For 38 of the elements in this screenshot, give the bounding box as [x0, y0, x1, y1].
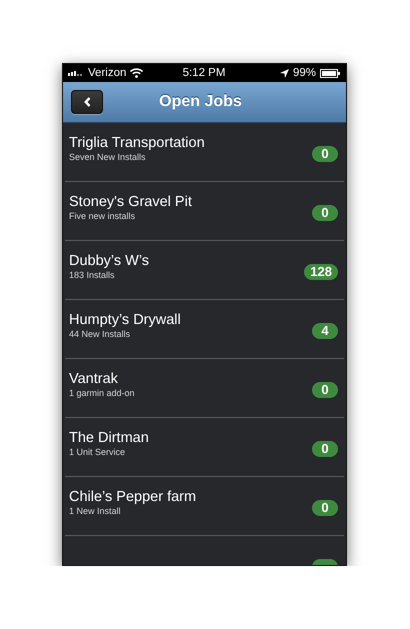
back-chevron-icon — [84, 97, 90, 107]
job-list-item[interactable]: Chile’s Pepper farm 1 New Install 0 — [65, 477, 344, 535]
screen-title: Open Jobs — [158, 93, 243, 111]
count-badge: 128 — [304, 264, 338, 280]
job-title: Chile’s Pepper farm — [69, 488, 198, 506]
job-subtitle: 1 Unit Service — [69, 447, 126, 458]
count-badge: 4 — [312, 323, 338, 339]
count-badge: 0 — [312, 500, 338, 516]
job-subtitle: 183 Installs — [69, 270, 116, 281]
job-subtitle: 1 New Install — [69, 506, 122, 517]
job-list-item[interactable]: Stoney's Gravel Pit Five new installs 0 — [65, 182, 344, 240]
count-badge: 0 — [312, 382, 338, 398]
job-subtitle: 44 New Installs — [69, 329, 132, 340]
job-list-item[interactable]: Humpty’s Drywall 44 New Installs 4 — [65, 300, 344, 358]
job-subtitle: 1 garmin add-on — [69, 388, 136, 399]
count-badge: 0 — [312, 146, 338, 162]
job-list-item[interactable]: Vantrak 1 garmin add-on 0 — [65, 359, 344, 417]
job-list-item[interactable]: Dubby’s W’s 183 Installs 128 — [65, 241, 344, 299]
job-subtitle: Five new installs — [69, 211, 136, 222]
battery-icon — [320, 68, 340, 78]
battery-percent: 99% — [292, 67, 316, 79]
count-badge: 0 — [312, 205, 338, 221]
job-title: Dubby’s W’s — [69, 252, 150, 270]
back-button[interactable] — [71, 90, 103, 114]
job-title: Vantrak — [69, 370, 119, 388]
job-title: Stoney's Gravel Pit — [69, 193, 193, 211]
job-list-item[interactable]: The Dirtman 1 Unit Service 0 — [65, 418, 344, 476]
job-title: Humpty’s Drywall — [69, 311, 182, 329]
signal-icon — [68, 70, 84, 76]
job-list-item[interactable]: Triglia Transportation Seven New Installs 0 — [65, 123, 344, 181]
wifi-icon — [130, 68, 144, 78]
job-title: The Dirtman — [69, 429, 150, 447]
carrier-name: Verizon — [88, 67, 126, 79]
count-badge: 0 — [312, 441, 338, 457]
clock-time: 5:12 PM — [182, 67, 226, 79]
job-title: Triglia Transportation — [69, 134, 206, 152]
location-arrow-icon — [280, 68, 289, 78]
job-subtitle: Seven New Installs — [69, 152, 147, 163]
